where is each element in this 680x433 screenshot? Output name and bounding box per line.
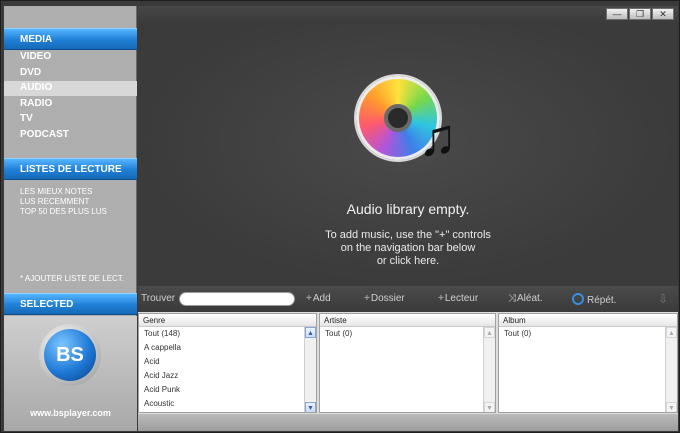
album-header[interactable]: Album (499, 314, 677, 327)
sidebar-item-podcast[interactable]: PODCAST (4, 128, 137, 143)
scroll-down-icon[interactable]: ⇩ (658, 292, 668, 306)
scroll-down-icon[interactable]: ▼ (305, 402, 316, 412)
genre-row[interactable]: Acoustic (139, 397, 316, 411)
scroll-down-icon[interactable]: ▼ (484, 402, 495, 412)
playlist-recent[interactable]: LUS RECEMMENT (20, 197, 89, 207)
repeat-button[interactable]: Répét. (572, 293, 616, 306)
hint-line-2: on the navigation bar below (340, 242, 476, 254)
cd-music-icon: ♫ (356, 76, 468, 176)
artist-header[interactable]: Artiste (320, 314, 495, 327)
add-playlist-link[interactable]: * AJOUTER LISTE DE LECT. (20, 274, 124, 283)
minimize-button[interactable]: — (606, 8, 628, 20)
drive-icon: + (438, 293, 444, 304)
shuffle-icon: ⤨ (508, 293, 516, 304)
sidebar-item-tv[interactable]: TV (4, 112, 137, 127)
playlists-header[interactable]: LISTES DE LECTURE (4, 158, 137, 180)
album-scrollbar[interactable]: ▲ ▼ (665, 327, 677, 412)
status-bar (138, 414, 678, 431)
genre-pane[interactable]: Genre Tout (148) A cappella Acid Acid Ja… (138, 313, 317, 413)
title-bar (138, 6, 678, 24)
album-row[interactable]: Tout (0) (499, 327, 677, 341)
genre-row[interactable]: Acid Punk (139, 383, 316, 397)
add-icon: + (306, 293, 312, 304)
search-input[interactable] (179, 292, 295, 306)
bsplayer-window: MEDIA VIDEO DVD AUDIO RADIO TV PODCAST L… (0, 0, 680, 433)
album-pane[interactable]: Album Tout (0) ▲ ▼ (498, 313, 678, 413)
hint-line-1: To add music, use the "+" controls (325, 229, 491, 241)
library-view[interactable]: ♫ Audio library empty. To add music, use… (138, 24, 678, 286)
scroll-up-icon[interactable]: ▲ (305, 327, 316, 338)
genre-row[interactable]: Acid Jazz (139, 369, 316, 383)
music-note-icon: ♫ (418, 109, 457, 167)
search-label: Trouver (141, 293, 176, 304)
genre-row[interactable]: Tout (148) (139, 327, 316, 341)
close-button[interactable]: ✕ (652, 8, 674, 20)
playlist-best-rated[interactable]: LES MIEUX NOTES (20, 187, 92, 197)
scroll-up-icon[interactable]: ▲ (484, 327, 495, 338)
sidebar-item-audio[interactable]: AUDIO (4, 81, 137, 96)
navigation-bar: Trouver +Add +Dossier +Lecteur ⤨Aléat. R… (138, 286, 678, 312)
genre-row[interactable]: A cappella (139, 341, 316, 355)
drive-button[interactable]: +Lecteur (438, 293, 478, 304)
bsplayer-logo[interactable]: BS (39, 324, 101, 386)
folder-icon: + (364, 293, 370, 304)
artist-pane[interactable]: Artiste Tout (0) ▲ ▼ (319, 313, 496, 413)
scroll-down-icon[interactable]: ▼ (666, 402, 677, 412)
scroll-up-icon[interactable]: ▲ (666, 327, 677, 338)
repeat-icon (572, 293, 584, 305)
artist-scrollbar[interactable]: ▲ ▼ (483, 327, 495, 412)
sidebar-item-radio[interactable]: RADIO (4, 97, 137, 112)
genre-header[interactable]: Genre (139, 314, 316, 327)
logo-area: BS www.bsplayer.com (4, 316, 137, 431)
bsplayer-logo-text: BS (44, 329, 96, 381)
selected-header: SELECTED (4, 293, 137, 315)
website-link[interactable]: www.bsplayer.com (4, 408, 137, 418)
add-button[interactable]: +Add (306, 293, 331, 304)
playlist-top50[interactable]: TOP 50 DES PLUS LUS (20, 207, 107, 217)
library-browser: Genre Tout (148) A cappella Acid Acid Ja… (138, 312, 678, 414)
folder-button[interactable]: +Dossier (364, 293, 405, 304)
shuffle-button[interactable]: ⤨Aléat. (508, 293, 543, 304)
sidebar-item-dvd[interactable]: DVD (4, 66, 137, 81)
sidebar: MEDIA VIDEO DVD AUDIO RADIO TV PODCAST L… (4, 6, 137, 431)
empty-library-title: Audio library empty. (346, 201, 470, 217)
restore-button[interactable]: ❐ (629, 8, 651, 20)
genre-row[interactable]: Acid (139, 355, 316, 369)
sidebar-item-video[interactable]: VIDEO (4, 50, 137, 65)
genre-scrollbar[interactable]: ▲ ▼ (304, 327, 316, 412)
media-header[interactable]: MEDIA (4, 28, 137, 50)
artist-row[interactable]: Tout (0) (320, 327, 495, 341)
click-here-link[interactable]: or click here. (138, 255, 678, 267)
